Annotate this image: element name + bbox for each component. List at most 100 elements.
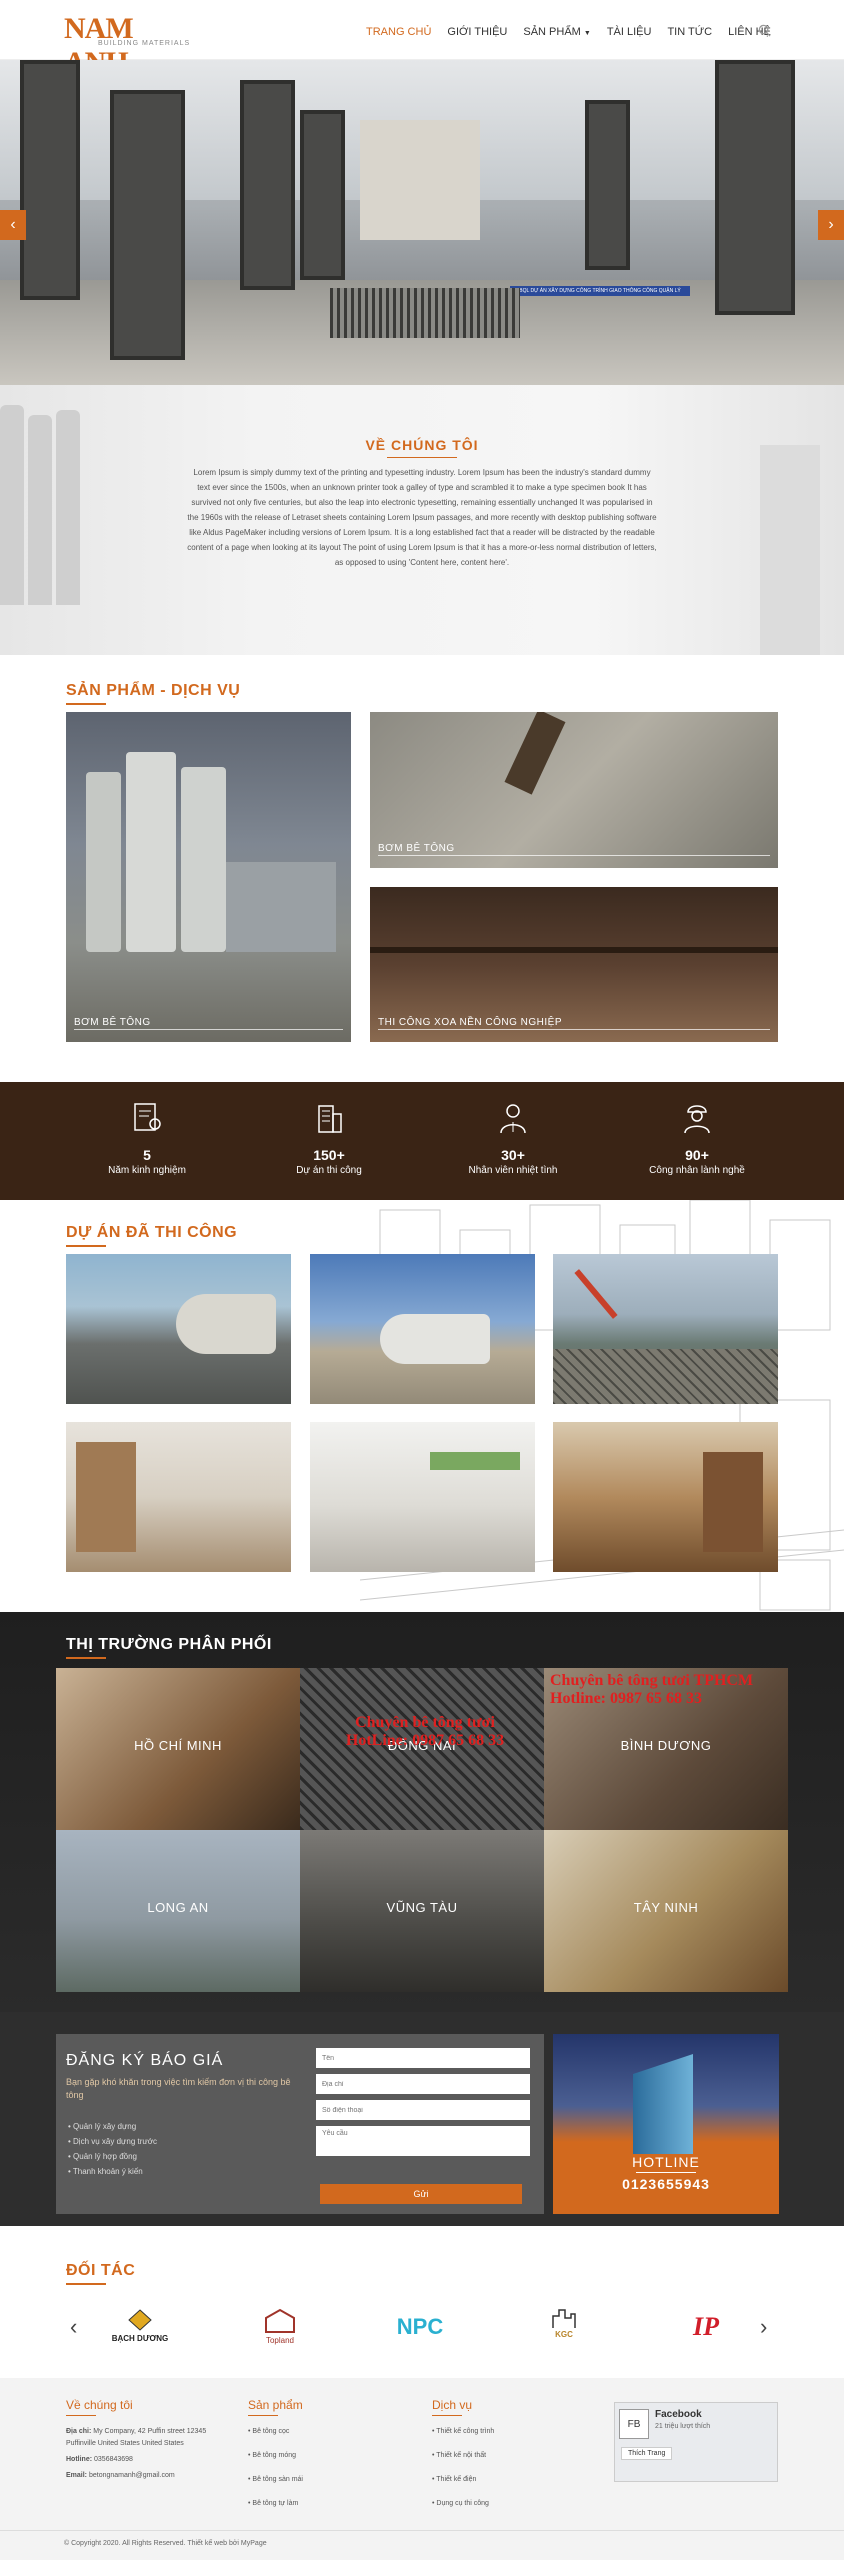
chevron-left-icon[interactable]: ‹ [70, 2314, 77, 2340]
stats-section: 5 Năm kinh nghiệm 150+ Dự án thi công 30… [0, 1082, 844, 1200]
city-tile[interactable]: TÂY NINH [544, 1830, 788, 1992]
plant-silo [126, 752, 176, 952]
footer-link-text: Thiết kế điện [436, 2476, 477, 2483]
hero-next-arrow[interactable]: › [818, 210, 844, 240]
footer-link[interactable]: • Thiết kế nội thất [432, 2450, 582, 2462]
watermark-line: Chuyên bê tông tươi TPHCM [550, 1672, 754, 1689]
bullet-text: Quản lý hợp đồng [73, 2152, 137, 2161]
search-icon[interactable] [758, 24, 771, 37]
footer-link[interactable]: • Thiết kế điện [432, 2474, 582, 2486]
phone-field[interactable] [316, 2100, 530, 2120]
rebar-mesh [553, 1349, 778, 1404]
hero-banner: BQL DỰ ÁN XÂY DỰNG CÔNG TRÌNH GIAO THÔNG… [510, 286, 690, 296]
nav-documents[interactable]: TÀI LIỆU [607, 26, 652, 38]
address-field[interactable] [316, 2074, 530, 2094]
bullet-item: • Quản lý hợp đồng [68, 2152, 137, 2161]
partners-section: ĐỐI TÁC ‹ › BẠCH DƯƠNG Topland NPC KGC I… [0, 2226, 844, 2378]
city-tile[interactable]: HỒ CHÍ MINH [56, 1668, 300, 1830]
bg-building [760, 445, 820, 655]
projects-section: DỰ ÁN ĐÃ THI CÔNG [0, 1200, 844, 1612]
register-section: ĐĂNG KÝ BÁO GIÁ Bạn gặp khó khăn trong v… [0, 2012, 844, 2226]
fb-like-button[interactable]: Thích Trang [621, 2447, 673, 2460]
about-text: Lorem Ipsum is simply dummy text of the … [187, 468, 657, 567]
project-image[interactable] [66, 1254, 291, 1404]
mixer-drum [176, 1294, 276, 1354]
skyline-icon [552, 2309, 576, 2328]
name-field[interactable] [316, 2048, 530, 2068]
footer-about-title: Về chúng tôi [66, 2398, 216, 2416]
footer: Về chúng tôi Địa chỉ: My Company, 42 Puf… [0, 2378, 844, 2560]
plants [430, 1452, 520, 1470]
hero-column [20, 60, 80, 300]
watermark-line: Hotline: 0987 65 68 33 [550, 1690, 702, 1707]
nav-products[interactable]: SẢN PHẨM ▼ [523, 26, 590, 38]
partner-logo[interactable]: IP [666, 2308, 746, 2358]
product-card[interactable]: BƠM BÊ TÔNG [370, 712, 778, 868]
project-image[interactable] [553, 1422, 778, 1572]
nav-home[interactable]: TRANG CHỦ [366, 26, 431, 38]
plant-building [226, 862, 336, 952]
footer-link[interactable]: • Bê tông sàn mái [248, 2474, 398, 2486]
footer-link[interactable]: • Bê tông tự làm [248, 2498, 398, 2510]
project-image[interactable] [310, 1422, 535, 1572]
city-label: HỒ CHÍ MINH [134, 1738, 222, 1753]
partner-logo[interactable]: NPC [380, 2308, 460, 2358]
send-button[interactable]: Gửi [320, 2184, 522, 2204]
product-card[interactable]: THI CÔNG XOA NỀN CÔNG NGHIỆP [370, 887, 778, 1042]
footer-link[interactable]: • Bê tông móng [248, 2450, 398, 2462]
city-tile[interactable]: LONG AN [56, 1830, 300, 1992]
stat-number: 150+ [313, 1147, 345, 1163]
footer-services-title: Dịch vụ [432, 2398, 582, 2416]
hotline-value: 0356843698 [94, 2456, 133, 2463]
bullet-text: Dịch vụ xây dựng trước [73, 2137, 158, 2146]
facebook-widget[interactable]: FB Facebook 21 triệu lượt thích Thích Tr… [614, 2402, 778, 2482]
project-image[interactable] [310, 1254, 535, 1404]
stat-number: 5 [143, 1147, 151, 1163]
product-card[interactable]: BƠM BÊ TÔNG [66, 712, 351, 1042]
footer-link[interactable]: • Thiết kế công trình [432, 2426, 582, 2438]
stat-label: Dự án thi công [296, 1165, 362, 1176]
footer-link[interactable]: • Bê tông cọc [248, 2426, 398, 2438]
hotline-label: HOTLINE [632, 2154, 700, 2170]
hero-column [585, 100, 630, 270]
footer-link[interactable]: • Dụng cụ thi công [432, 2498, 582, 2510]
hotline-number: 0123655943 [622, 2176, 710, 2192]
hero-formwork [330, 288, 520, 338]
footer-link-text: Bê tông tự làm [252, 2500, 299, 2507]
city-label: LONG AN [147, 1900, 209, 1915]
partners-title: ĐỐI TÁC [66, 2262, 135, 2285]
bullet-item: • Thanh khoản ý kiến [68, 2167, 143, 2176]
watermark-line: HotLine: 0987 65 68 33 [345, 1732, 505, 1749]
project-image[interactable] [66, 1422, 291, 1572]
logo[interactable]: NAM ANH BUILDING MATERIALS [64, 12, 194, 79]
about-title: VỀ CHÚNG TÔI [0, 437, 844, 458]
main-nav: TRANG CHỦ GIỚI THIỆU SẢN PHẨM ▼ TÀI LIỆU… [366, 26, 771, 38]
hotline-underline [636, 2172, 696, 2173]
email-value[interactable]: betongnamanh@gmail.com [89, 2472, 175, 2479]
partner-name: NPC [396, 2314, 444, 2339]
nav-about[interactable]: GIỚI THIỆU [447, 26, 507, 38]
partner-logo[interactable]: Topland [240, 2308, 320, 2358]
nav-news[interactable]: TIN TỨC [667, 26, 712, 38]
pump-hose [504, 712, 566, 795]
stat-label: Nhân viên nhiệt tình [468, 1165, 558, 1176]
request-field[interactable] [316, 2126, 530, 2156]
watermark-text: Chuyên bê tông tươi TPHCM Hotline: 0987 6… [550, 1672, 790, 1708]
stat-number: 30+ [501, 1147, 525, 1163]
partner-logo[interactable]: BẠCH DƯƠNG [100, 2308, 180, 2358]
fb-likes: 21 triệu lượt thích [655, 2423, 711, 2430]
floor-beam [370, 947, 778, 953]
project-image[interactable] [553, 1254, 778, 1404]
bullet-text: Thanh khoản ý kiến [72, 2167, 143, 2176]
worker-icon [684, 1105, 710, 1134]
hero-prev-arrow[interactable]: ‹ [0, 210, 26, 240]
hero-column [110, 90, 185, 360]
partner-logo[interactable]: KGC [524, 2308, 604, 2358]
register-bullets: • Quản lý xây dựng • Dịch vụ xây dựng tr… [68, 2119, 157, 2179]
products-title: SẢN PHẨM - DỊCH VỤ [66, 682, 240, 705]
plant-silo [181, 767, 226, 952]
chevron-right-icon[interactable]: › [760, 2314, 767, 2340]
city-tile[interactable]: VŨNG TÀU [300, 1830, 544, 1992]
hotline-box[interactable]: HOTLINE 0123655943 [553, 2034, 779, 2214]
footer-link-text: Bê tông móng [252, 2452, 296, 2459]
